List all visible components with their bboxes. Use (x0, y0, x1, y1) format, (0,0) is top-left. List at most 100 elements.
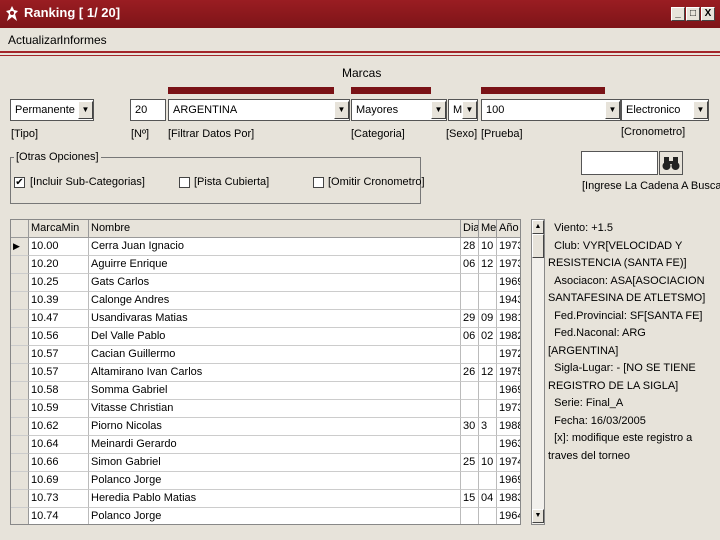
column-header[interactable]: MarcaMin (29, 220, 89, 238)
table-cell[interactable]: Vitasse Christian (89, 400, 461, 418)
table-cell[interactable]: 1963 (497, 436, 520, 454)
row-selector[interactable] (11, 418, 29, 436)
table-cell[interactable]: 1973 (497, 400, 520, 418)
row-selector[interactable] (11, 292, 29, 310)
table-cell[interactable]: Altamirano Ivan Carlos (89, 364, 461, 382)
row-selector[interactable] (11, 256, 29, 274)
table-cell[interactable]: 1975 (497, 364, 520, 382)
table-cell[interactable]: 1988 (497, 418, 520, 436)
chevron-down-icon[interactable]: ▼ (78, 101, 93, 119)
table-cell[interactable]: 10.47 (29, 310, 89, 328)
table-cell[interactable]: Aguirre Enrique (89, 256, 461, 274)
row-selector[interactable] (11, 310, 29, 328)
row-selector[interactable] (11, 454, 29, 472)
row-selector[interactable] (11, 346, 29, 364)
table-cell[interactable]: 1974 (497, 454, 520, 472)
column-header[interactable]: Mes (479, 220, 497, 238)
table-cell[interactable] (479, 400, 497, 418)
table-cell[interactable]: 09 (479, 310, 497, 328)
row-selector[interactable]: ▶ (11, 238, 29, 256)
table-cell[interactable] (461, 436, 479, 454)
scroll-thumb[interactable] (532, 234, 544, 258)
table-cell[interactable]: Del Valle Pablo (89, 328, 461, 346)
table-cell[interactable] (479, 436, 497, 454)
table-cell[interactable]: 10.74 (29, 508, 89, 524)
row-selector[interactable] (11, 400, 29, 418)
table-cell[interactable] (479, 472, 497, 490)
table-cell[interactable]: 10.66 (29, 454, 89, 472)
row-selector[interactable] (11, 472, 29, 490)
table-cell[interactable]: 1973 (497, 238, 520, 256)
table-cell[interactable]: Gats Carlos (89, 274, 461, 292)
table-cell[interactable]: 10 (479, 454, 497, 472)
table-cell[interactable]: 10.39 (29, 292, 89, 310)
table-cell[interactable]: 1969 (497, 472, 520, 490)
scroll-down-icon[interactable]: ▼ (532, 509, 544, 523)
menu-actualizar[interactable]: Actualizar (8, 33, 61, 47)
row-selector[interactable] (11, 274, 29, 292)
table-cell[interactable] (461, 400, 479, 418)
table-cell[interactable]: Meinardi Gerardo (89, 436, 461, 454)
table-cell[interactable]: 04 (479, 490, 497, 508)
table-cell[interactable]: 25 (461, 454, 479, 472)
row-selector[interactable] (11, 436, 29, 454)
row-selector[interactable] (11, 328, 29, 346)
table-cell[interactable]: 1969 (497, 274, 520, 292)
search-input[interactable] (581, 151, 658, 175)
table-cell[interactable]: 1969 (497, 382, 520, 400)
table-cell[interactable]: 1943 (497, 292, 520, 310)
ranking-table[interactable]: MarcaMin Nombre Dia Mes Año ▶ 10.00Cerra … (10, 219, 521, 525)
table-cell[interactable]: Simon Gabriel (89, 454, 461, 472)
table-cell[interactable]: 10.59 (29, 400, 89, 418)
table-cell[interactable]: 06 (461, 328, 479, 346)
table-cell[interactable]: 1983 (497, 490, 520, 508)
table-cell[interactable] (461, 292, 479, 310)
chevron-down-icon[interactable]: ▼ (462, 101, 477, 119)
table-cell[interactable]: 10.56 (29, 328, 89, 346)
column-header[interactable]: Dia (461, 220, 479, 238)
table-cell[interactable]: 02 (479, 328, 497, 346)
table-cell[interactable]: Calonge Andres (89, 292, 461, 310)
table-cell[interactable]: 10.69 (29, 472, 89, 490)
table-cell[interactable]: 10.25 (29, 274, 89, 292)
chevron-down-icon[interactable]: ▼ (693, 101, 708, 119)
table-cell[interactable]: Heredia Pablo Matias (89, 490, 461, 508)
table-cell[interactable]: 10.58 (29, 382, 89, 400)
table-scrollbar[interactable] (531, 219, 545, 525)
table-cell[interactable]: 06 (461, 256, 479, 274)
table-cell[interactable]: 12 (479, 364, 497, 382)
table-cell[interactable]: 29 (461, 310, 479, 328)
menu-informes[interactable]: Informes (60, 33, 107, 47)
table-cell[interactable]: 12 (479, 256, 497, 274)
table-cell[interactable]: 1964 (497, 508, 520, 524)
row-selector[interactable] (11, 382, 29, 400)
prueba-select[interactable]: 100 (481, 99, 621, 121)
row-selector[interactable] (11, 364, 29, 382)
table-cell[interactable] (461, 274, 479, 292)
table-cell[interactable]: Usandivaras Matias (89, 310, 461, 328)
table-cell[interactable] (479, 508, 497, 524)
table-cell[interactable]: 1982 (497, 328, 520, 346)
table-cell[interactable]: Cerra Juan Ignacio (89, 238, 461, 256)
table-cell[interactable]: 1981 (497, 310, 520, 328)
table-cell[interactable]: 10.73 (29, 490, 89, 508)
table-cell[interactable]: 10.62 (29, 418, 89, 436)
binoculars-icon[interactable] (659, 151, 683, 175)
table-cell[interactable]: 10.00 (29, 238, 89, 256)
scroll-up-icon[interactable]: ▲ (532, 220, 544, 234)
table-cell[interactable]: Somma Gabriel (89, 382, 461, 400)
table-cell[interactable]: Cacian Guillermo (89, 346, 461, 364)
table-cell[interactable]: 10.20 (29, 256, 89, 274)
chevron-down-icon[interactable]: ▼ (605, 101, 620, 119)
table-cell[interactable] (461, 346, 479, 364)
table-cell[interactable]: 10.57 (29, 346, 89, 364)
numero-input[interactable]: 20 (130, 99, 166, 121)
table-cell[interactable] (461, 508, 479, 524)
table-cell[interactable]: 1973 (497, 256, 520, 274)
table-cell[interactable] (479, 274, 497, 292)
table-cell[interactable]: Polanco Jorge (89, 472, 461, 490)
table-cell[interactable]: 30 (461, 418, 479, 436)
table-cell[interactable]: 26 (461, 364, 479, 382)
table-cell[interactable]: 10.64 (29, 436, 89, 454)
table-cell[interactable]: 10.57 (29, 364, 89, 382)
